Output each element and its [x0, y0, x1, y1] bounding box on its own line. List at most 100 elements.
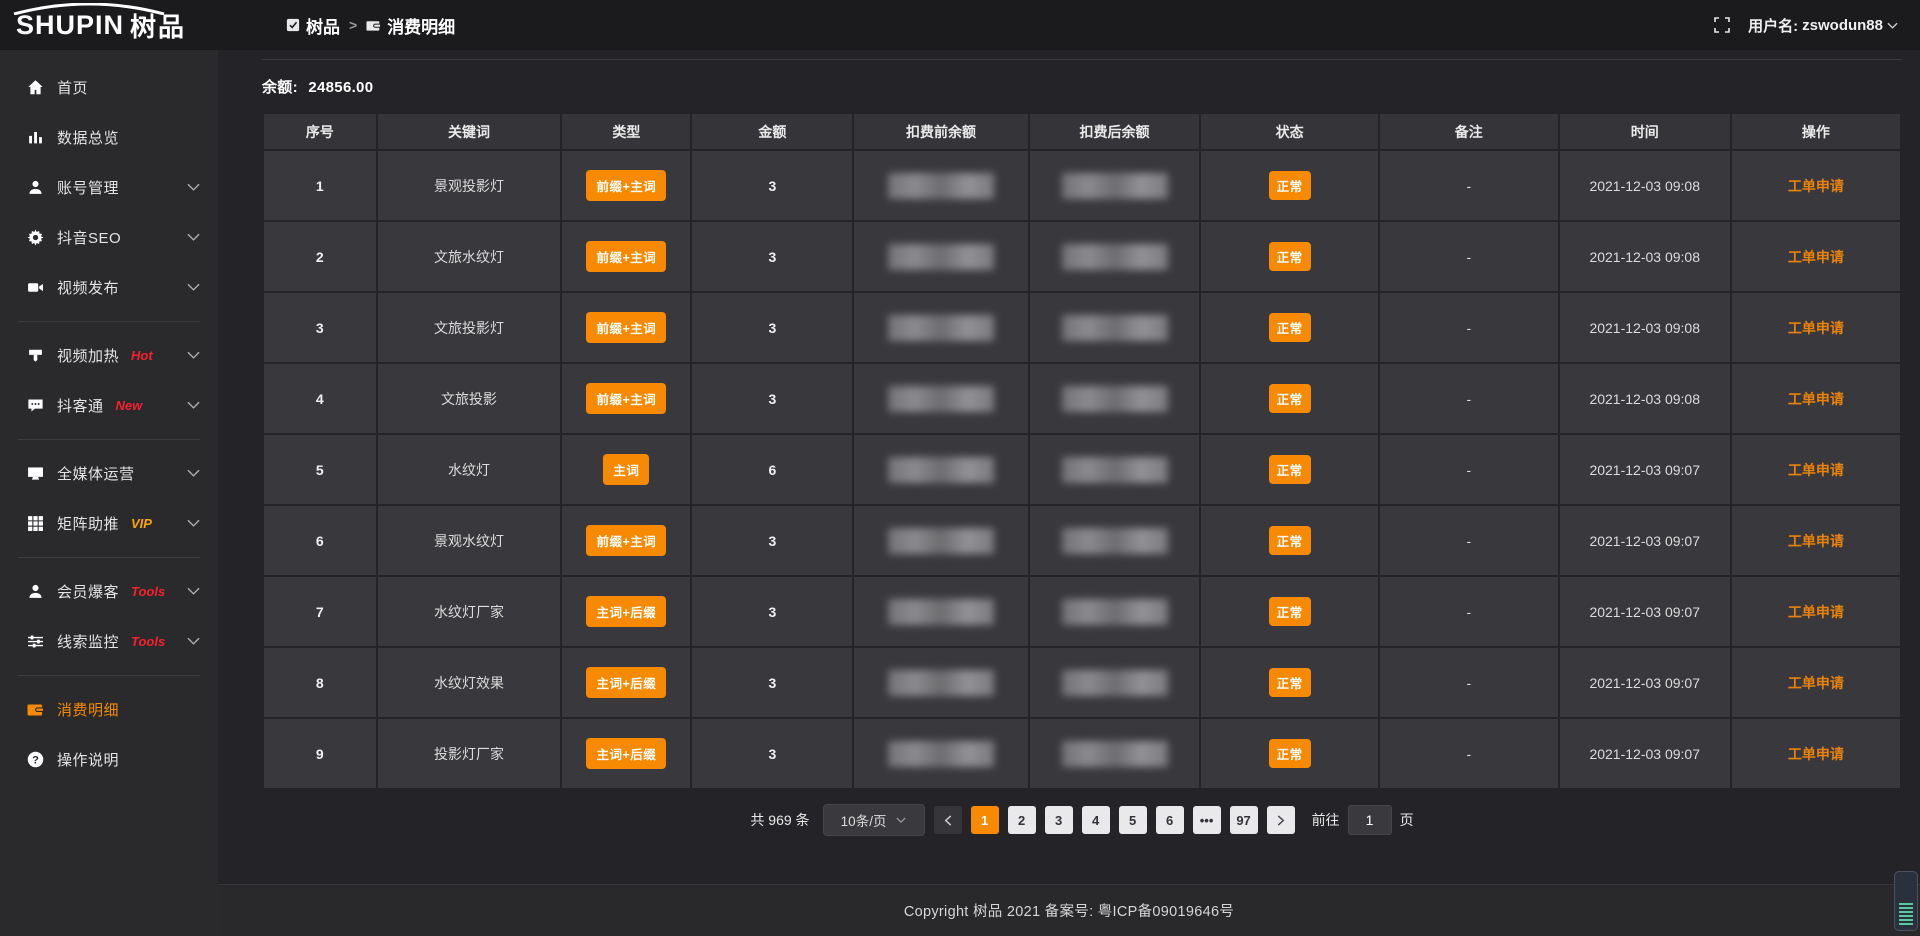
username-value: zswodun88 [1802, 17, 1883, 34]
page-ellipsis-button[interactable]: ••• [1193, 806, 1221, 834]
gear-icon [27, 229, 44, 246]
column-header: 操作 [1732, 114, 1900, 149]
page-button-97[interactable]: 97 [1230, 806, 1258, 834]
chevron-down-icon [1887, 22, 1898, 30]
cell-index: 8 [264, 648, 376, 717]
user-menu[interactable]: 用户名: zswodun88 [1748, 15, 1898, 36]
table-row: 4文旅投影前缀+主词3正常-2021-12-03 09:08工单申请 [264, 364, 1900, 433]
cell-type: 前缀+主词 [562, 151, 690, 220]
cell-index: 5 [264, 435, 376, 504]
sidebar-item-consume-detail[interactable]: 消费明细 [0, 684, 218, 734]
sidebar-item-label: 首页 [57, 77, 88, 98]
table-row: 3文旅投影灯前缀+主词3正常-2021-12-03 09:08工单申请 [264, 293, 1900, 362]
sidebar-item-label: 会员爆客 [57, 581, 119, 602]
cell-time: 2021-12-03 09:08 [1560, 293, 1730, 362]
floating-widget[interactable] [1894, 871, 1918, 931]
ticket-apply-link[interactable]: 工单申请 [1788, 249, 1844, 265]
sidebar-item-clue-monitor[interactable]: 线索监控Tools [0, 616, 218, 666]
content-top-divider [262, 59, 1902, 60]
type-badge: 主词+后缀 [586, 738, 666, 769]
svg-text:?: ? [32, 754, 39, 766]
cell-status: 正常 [1201, 648, 1377, 717]
sidebar-item-account-manage[interactable]: 账号管理 [0, 162, 218, 212]
prev-page-button[interactable] [934, 806, 962, 834]
ticket-apply-link[interactable]: 工单申请 [1788, 391, 1844, 407]
chevron-down-icon [187, 183, 200, 192]
ticket-apply-link[interactable]: 工单申请 [1788, 604, 1844, 620]
breadcrumb-item-current[interactable]: 消费明细 [366, 13, 455, 38]
status-badge: 正常 [1269, 597, 1311, 626]
chevron-down-icon [187, 401, 200, 410]
sidebar-item-douyin-seo[interactable]: 抖音SEO [0, 212, 218, 262]
sidebar-item-home[interactable]: 首页 [0, 62, 218, 112]
cell-index: 9 [264, 719, 376, 788]
page-size-select[interactable]: 10条/页 [823, 804, 925, 836]
sidebar-item-help[interactable]: ? 操作说明 [0, 734, 218, 784]
goto-page-input[interactable] [1348, 805, 1392, 835]
page-button-4[interactable]: 4 [1082, 806, 1110, 834]
redacted-balance-after [1062, 244, 1168, 270]
cell-balance-after [1030, 151, 1200, 220]
next-page-button[interactable] [1267, 806, 1295, 834]
chevron-left-icon [944, 815, 952, 826]
consume-table: 序号关键词类型金额扣费前余额扣费后余额状态备注时间操作 1景观投影灯前缀+主词3… [262, 112, 1902, 790]
ticket-apply-link[interactable]: 工单申请 [1788, 320, 1844, 336]
cell-amount: 3 [692, 506, 852, 575]
table-row: 6景观水纹灯前缀+主词3正常-2021-12-03 09:07工单申请 [264, 506, 1900, 575]
table-row: 9投影灯厂家主词+后缀3正常-2021-12-03 09:07工单申请 [264, 719, 1900, 788]
cell-amount: 3 [692, 648, 852, 717]
cell-balance-before [854, 293, 1027, 362]
ticket-apply-link[interactable]: 工单申请 [1788, 533, 1844, 549]
sidebar-item-all-media[interactable]: 全媒体运营 [0, 448, 218, 498]
sidebar-item-tag: VIP [131, 516, 152, 531]
redacted-balance-after [1062, 457, 1168, 483]
sidebar-item-data-overview[interactable]: 数据总览 [0, 112, 218, 162]
goto-page: 前往 页 [1312, 805, 1414, 835]
chevron-down-icon [896, 817, 906, 824]
cell-type: 主词+后缀 [562, 577, 690, 646]
ticket-apply-link[interactable]: 工单申请 [1788, 462, 1844, 478]
cell-amount: 3 [692, 364, 852, 433]
table-row: 8水纹灯效果主词+后缀3正常-2021-12-03 09:07工单申请 [264, 648, 1900, 717]
sidebar-item-video-heat[interactable]: 视频加热Hot [0, 330, 218, 380]
cell-keyword: 文旅投影灯 [378, 293, 561, 362]
column-header: 类型 [562, 114, 690, 149]
sidebar-item-douketong[interactable]: 抖客通New [0, 380, 218, 430]
type-badge: 前缀+主词 [586, 241, 666, 272]
column-header: 扣费后余额 [1030, 114, 1200, 149]
page-button-6[interactable]: 6 [1156, 806, 1184, 834]
page-button-5[interactable]: 5 [1119, 806, 1147, 834]
redacted-balance-before [888, 244, 994, 270]
cell-status: 正常 [1201, 222, 1377, 291]
cell-balance-after [1030, 435, 1200, 504]
widget-stripes-icon [1899, 903, 1913, 925]
app-icon [286, 18, 300, 32]
cell-status: 正常 [1201, 364, 1377, 433]
cell-remark: - [1380, 151, 1558, 220]
sidebar-item-matrix-boost[interactable]: 矩阵助推VIP [0, 498, 218, 548]
copyright-text: Copyright 树品 2021 备案号: 粤ICP备09019646号 [904, 900, 1234, 921]
sidebar-item-label: 操作说明 [57, 749, 119, 770]
topbar: SHUPIN 树品 树品 > 消费明细 用户名: [0, 0, 1920, 50]
cell-balance-before [854, 435, 1027, 504]
ticket-apply-link[interactable]: 工单申请 [1788, 746, 1844, 762]
cell-balance-before [854, 222, 1027, 291]
page-button-3[interactable]: 3 [1045, 806, 1073, 834]
page-button-2[interactable]: 2 [1008, 806, 1036, 834]
type-badge: 前缀+主词 [586, 170, 666, 201]
ticket-apply-link[interactable]: 工单申请 [1788, 675, 1844, 691]
sidebar-item-video-publish[interactable]: 视频发布 [0, 262, 218, 312]
cell-balance-after [1030, 719, 1200, 788]
ticket-apply-link[interactable]: 工单申请 [1788, 178, 1844, 194]
total-count: 共 969 条 [750, 810, 809, 830]
fullscreen-icon[interactable] [1714, 17, 1730, 33]
cell-balance-after [1030, 364, 1200, 433]
cell-action: 工单申请 [1732, 648, 1900, 717]
sidebar-item-member-baoke[interactable]: 会员爆客Tools [0, 566, 218, 616]
redacted-balance-before [888, 173, 994, 199]
breadcrumb-item-home[interactable]: 树品 [286, 13, 340, 38]
monitor-icon [27, 465, 44, 482]
page-button-1[interactable]: 1 [971, 806, 999, 834]
sidebar-item-label: 视频加热 [57, 345, 119, 366]
cell-time: 2021-12-03 09:08 [1560, 364, 1730, 433]
